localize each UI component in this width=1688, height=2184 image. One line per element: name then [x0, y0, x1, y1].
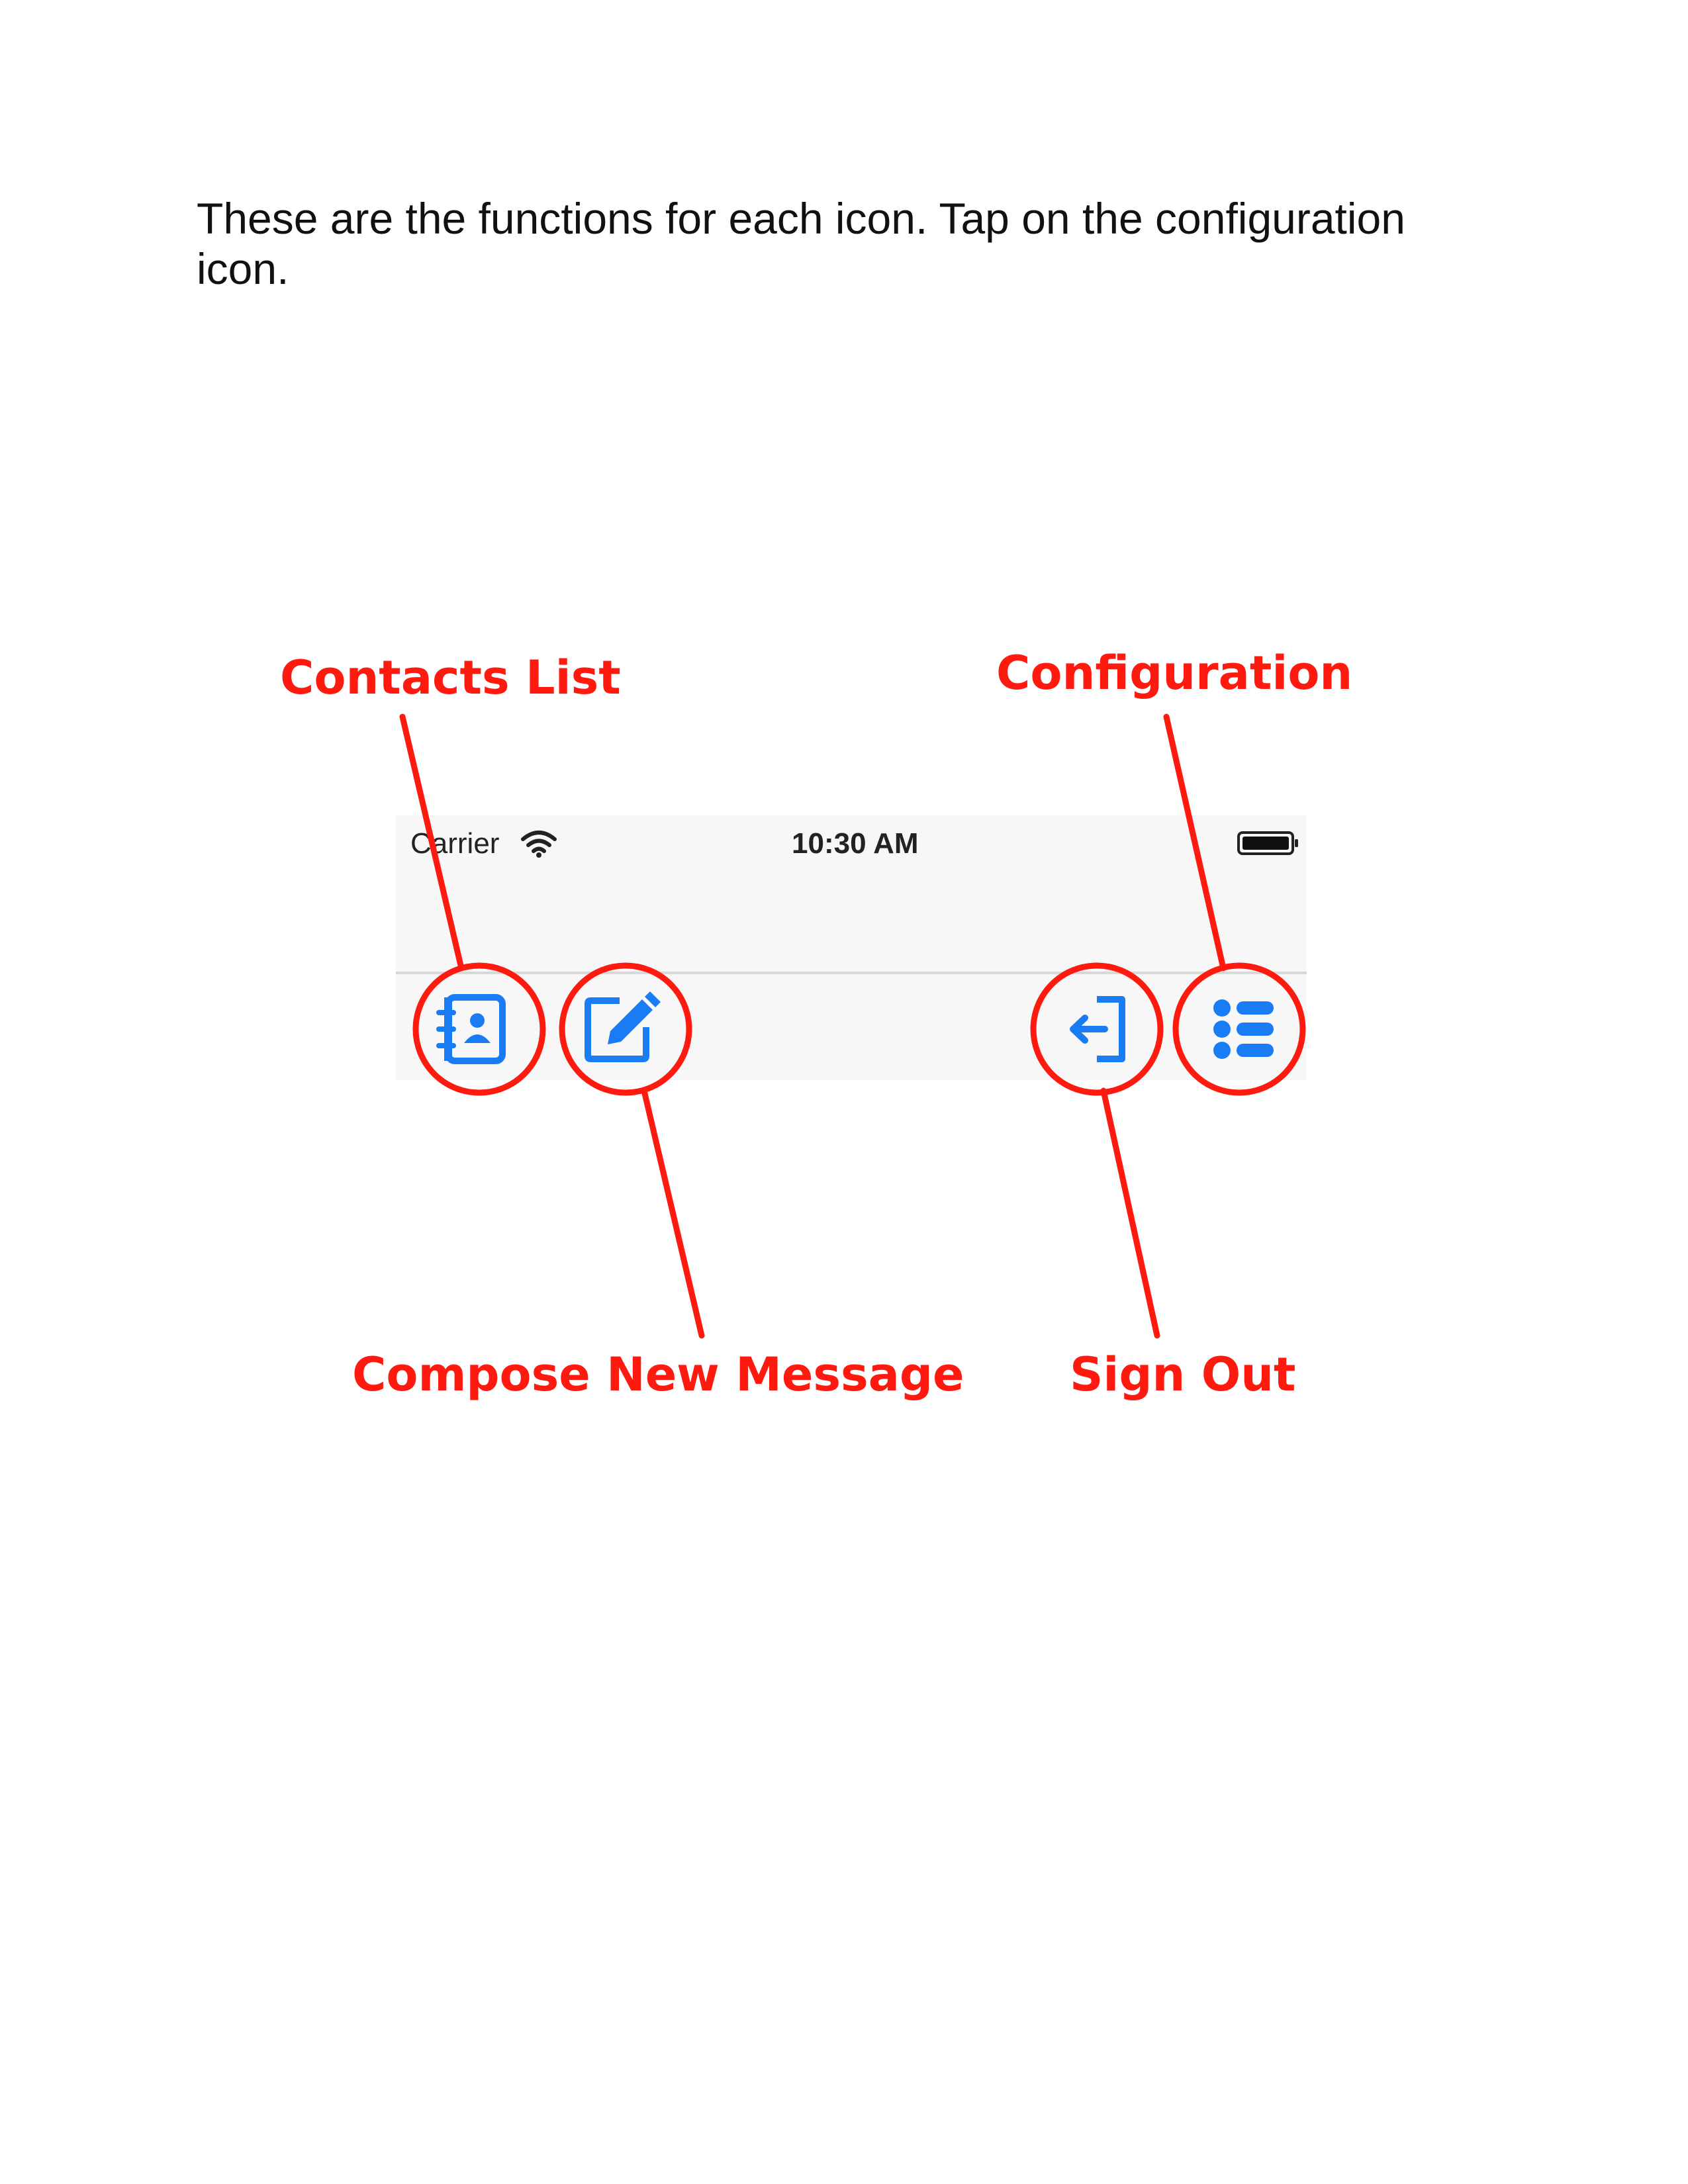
- status-bar: Carrier 10:30 AM: [396, 815, 1307, 974]
- sign-out-label: Sign Out: [1070, 1347, 1296, 1402]
- sign-out-icon: [1070, 996, 1125, 1062]
- battery-icon: [1237, 829, 1300, 858]
- list-icon: [1213, 999, 1274, 1059]
- compose-icon: [585, 991, 661, 1062]
- status-time: 10:30 AM: [792, 827, 919, 860]
- sign-out-pointer-line: [1100, 1087, 1160, 1339]
- compose-new-message-label: Compose New Message: [352, 1347, 964, 1402]
- instruction-text: These are the functions for each icon. T…: [197, 194, 1405, 293]
- wifi-icon: [520, 830, 557, 858]
- carrier-label: Carrier: [410, 827, 500, 860]
- phone-screenshot: Carrier 10:30 AM: [396, 815, 1307, 1113]
- compose-new-message-button[interactable]: [567, 979, 666, 1079]
- configuration-label: Configuration: [996, 646, 1353, 700]
- toolbar: [396, 974, 1307, 1080]
- compose-pointer-line: [641, 1087, 705, 1339]
- contacts-book-icon: [436, 994, 506, 1064]
- contacts-list-label: Contacts List: [280, 651, 621, 705]
- contacts-list-button[interactable]: [420, 979, 520, 1079]
- configuration-button[interactable]: [1190, 979, 1289, 1079]
- sign-out-button[interactable]: [1048, 979, 1147, 1079]
